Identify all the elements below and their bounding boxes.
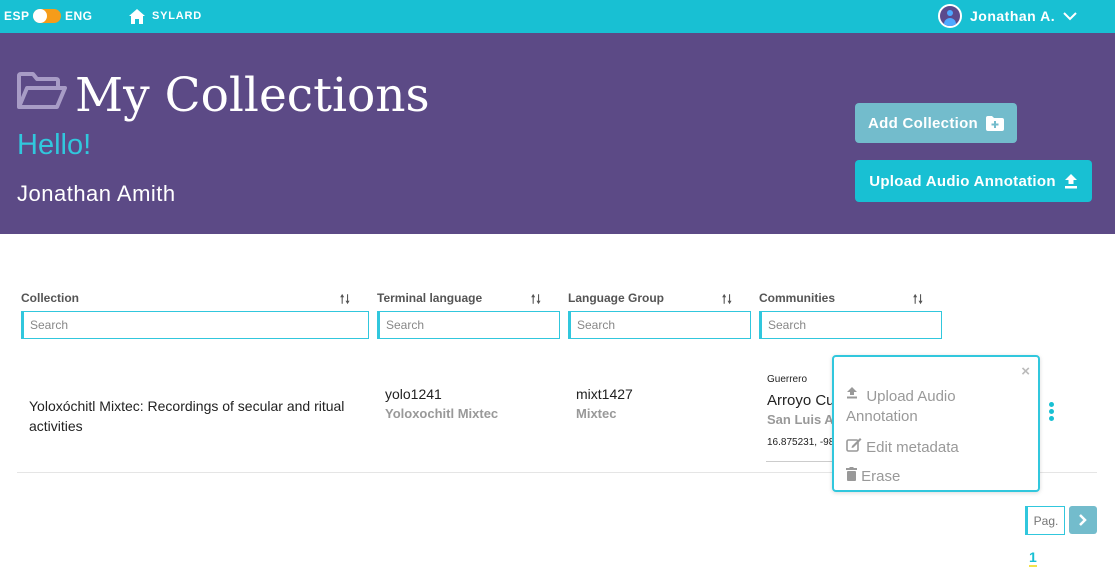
column-header-language-group: Language Group — [568, 291, 664, 305]
language-group-code: mixt1427 — [576, 386, 633, 402]
page-input[interactable]: Pag. — [1025, 506, 1065, 535]
row-actions-menu-icon[interactable] — [1049, 402, 1055, 423]
lang-eng-label[interactable]: ENG — [65, 9, 93, 23]
page-header: My Collections Hello! Jonathan Amith Add… — [0, 33, 1115, 234]
popup-upload-line1: Upload Audio — [866, 388, 956, 405]
toggle-knob — [33, 9, 47, 23]
language-group-name: Mixtec — [576, 406, 617, 421]
terminal-language-code: yolo1241 — [385, 386, 442, 402]
column-header-terminal-language: Terminal language — [377, 291, 483, 305]
home-label: SYLARD — [152, 10, 203, 22]
collection-title[interactable]: Yoloxóchitl Mixtec: Recordings of secula… — [29, 396, 349, 436]
page-title: My Collections — [75, 68, 430, 123]
folder-open-icon — [17, 72, 67, 109]
lang-esp-label[interactable]: ESP — [4, 9, 30, 23]
column-header-communities: Communities — [759, 291, 836, 305]
upload-audio-annotation-button[interactable]: Upload Audio Annotation — [855, 160, 1092, 202]
search-input-language-group[interactable] — [568, 311, 751, 339]
community-state: Guerrero — [767, 374, 808, 385]
community-municipality: San Luis Ac — [767, 412, 841, 427]
greeting: Hello! — [17, 129, 92, 161]
popup-erase-label: Erase — [861, 468, 901, 485]
top-bar: ESP ENG SYLARD Jonathan A. — [0, 0, 1115, 33]
home-icon — [129, 8, 145, 24]
chevron-right-icon — [1079, 514, 1087, 526]
search-input-terminal-language[interactable] — [377, 311, 560, 339]
trash-icon — [846, 467, 857, 481]
search-input-collection[interactable] — [21, 311, 369, 339]
chevron-down-icon — [1063, 11, 1077, 20]
folder-plus-icon — [986, 115, 1005, 131]
home-link[interactable]: SYLARD — [128, 6, 202, 26]
sort-arrows-icon[interactable]: 🠑🠓 — [722, 290, 733, 311]
column-header-collection: Collection — [21, 291, 80, 305]
popup-erase[interactable]: Erase — [846, 467, 900, 485]
community-name: Arroyo Cu — [767, 392, 835, 409]
user-name: Jonathan A. — [970, 8, 1056, 24]
user-full-name: Jonathan Amith — [17, 181, 176, 206]
upload-icon — [1064, 174, 1077, 189]
user-menu[interactable]: Jonathan A. — [938, 4, 1077, 28]
sort-arrows-icon[interactable]: 🠑🠓 — [913, 290, 924, 311]
avatar — [938, 4, 962, 28]
upload-icon — [847, 387, 857, 399]
terminal-language-name: Yoloxochitl Mixtec — [385, 406, 499, 421]
community-coordinates: 16.875231, -98 — [767, 437, 835, 448]
language-toggle[interactable] — [33, 9, 61, 23]
upload-audio-annotation-label: Upload Audio Annotation — [869, 172, 1056, 190]
edit-icon — [846, 438, 862, 452]
sort-arrows-icon[interactable]: 🠑🠓 — [340, 290, 351, 311]
community-divider — [766, 461, 836, 462]
sort-arrows-icon[interactable]: 🠑🠓 — [531, 290, 542, 311]
row-actions-popup: × Upload Audio Annotation Edit metadata … — [832, 355, 1040, 492]
close-icon[interactable]: × — [1021, 363, 1030, 380]
next-page-button[interactable] — [1069, 506, 1097, 534]
popup-edit-label: Edit metadata — [866, 439, 959, 456]
search-input-communities[interactable] — [759, 311, 942, 339]
popup-upload-audio-annotation[interactable]: Upload Audio Annotation — [846, 387, 956, 427]
popup-upload-line2: Annotation — [846, 408, 918, 425]
popup-edit-metadata[interactable]: Edit metadata — [846, 437, 959, 456]
add-collection-button[interactable]: Add Collection — [855, 103, 1017, 143]
add-collection-label: Add Collection — [867, 114, 979, 132]
page-number-link[interactable]: 1 — [1029, 549, 1037, 567]
